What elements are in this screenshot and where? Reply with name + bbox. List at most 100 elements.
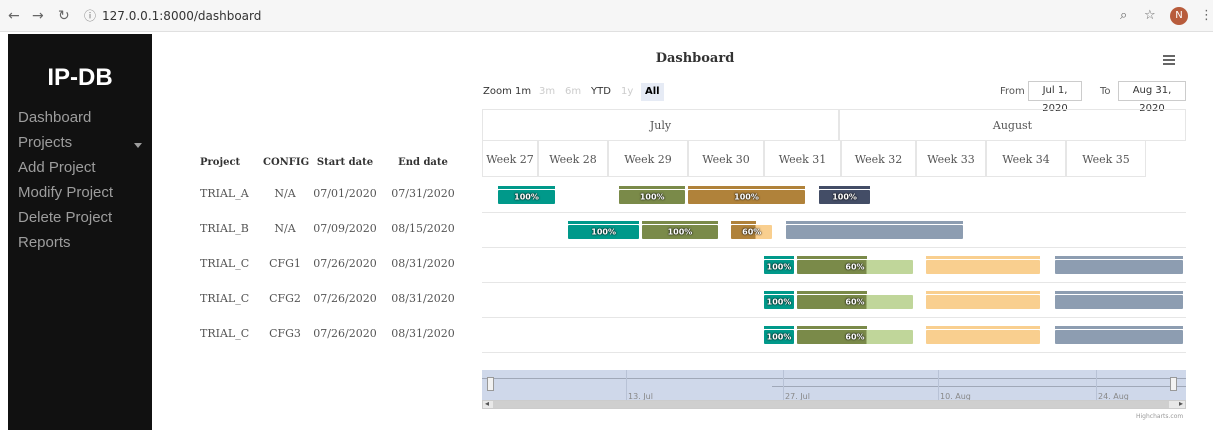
scrollbar-thumb[interactable]: [493, 401, 1169, 408]
cell-end-date: 08/31/2020: [391, 292, 455, 305]
kebab-menu-icon[interactable]: ⋮: [1200, 8, 1213, 23]
task-completion-label: 100%: [591, 227, 616, 237]
brand-logo[interactable]: IP-DB: [8, 64, 152, 92]
task-progress-track: [1054, 256, 1183, 259]
navigator-left-handle[interactable]: [487, 377, 494, 391]
zoom-ytd-button[interactable]: YTD: [587, 83, 615, 101]
navigator-gridline: [938, 370, 939, 400]
task-progress-track: [819, 186, 871, 189]
task-bar[interactable]: 100%: [619, 190, 685, 204]
sidebar-item-delete-project[interactable]: Delete Project: [18, 209, 112, 226]
task-bar[interactable]: [1054, 330, 1183, 344]
task-bar[interactable]: 100%: [642, 225, 718, 239]
zoom-label: Zoom: [483, 86, 512, 97]
hamburger-menu-icon[interactable]: [1163, 55, 1175, 65]
scroll-right-arrow-icon[interactable]: ▸: [1179, 399, 1183, 408]
reload-icon[interactable]: ↻: [58, 8, 70, 24]
to-label: To: [1100, 86, 1111, 97]
task-progress-track: [797, 326, 867, 329]
task-progress-track: [926, 256, 1041, 259]
column-header-end-date: End date: [398, 157, 448, 168]
address-bar[interactable]: ⓘ 127.0.0.1:8000/dashboard: [84, 5, 1184, 27]
task-bar[interactable]: 100%: [764, 260, 794, 274]
sidebar-item-add-project[interactable]: Add Project: [18, 159, 96, 176]
sidebar-item-projects[interactable]: Projects: [18, 134, 72, 151]
zoom-all-button[interactable]: All: [641, 83, 664, 101]
navigator-series-line: [482, 378, 1186, 379]
task-bar[interactable]: 100%: [498, 190, 555, 204]
task-bar[interactable]: 100%: [819, 190, 871, 204]
zoom-1m-button[interactable]: 1m: [511, 83, 535, 101]
sidebar-item-modify-project[interactable]: Modify Project: [18, 184, 113, 201]
task-bar[interactable]: [926, 260, 1041, 274]
task-completion-label: 60%: [845, 262, 865, 272]
caret-down-icon[interactable]: [134, 143, 142, 148]
task-bar[interactable]: [926, 295, 1041, 309]
scrollbar[interactable]: ◂ ▸: [482, 399, 1186, 409]
week-header: Week 31: [764, 140, 841, 177]
zoom-icon[interactable]: ⌕: [1120, 8, 1127, 23]
task-completion-label: 100%: [639, 192, 665, 202]
task-bar[interactable]: 100%: [688, 190, 805, 204]
cell-project: TRIAL_A: [200, 187, 249, 200]
column-header-config: CONFIG: [263, 157, 310, 168]
task-bar[interactable]: 100%: [568, 225, 640, 239]
zoom-3m-button[interactable]: 3m: [535, 83, 559, 101]
sidebar-item-dashboard[interactable]: Dashboard: [18, 109, 91, 126]
task-bar[interactable]: 100%: [764, 330, 794, 344]
zoom-6m-button[interactable]: 6m: [561, 83, 585, 101]
task-progress-track: [688, 186, 805, 189]
task-progress-track: [926, 291, 1041, 294]
week-header: Week 28: [538, 140, 608, 177]
task-bar[interactable]: [1054, 260, 1183, 274]
task-bar[interactable]: [1054, 295, 1183, 309]
task-bar[interactable]: 60%: [797, 260, 913, 274]
task-completion-label: 100%: [832, 192, 857, 202]
task-bar[interactable]: 100%: [764, 295, 794, 309]
task-bar[interactable]: 60%: [731, 225, 772, 239]
cell-config: N/A: [274, 222, 296, 235]
to-date-input[interactable]: Aug 31, 2020: [1118, 81, 1186, 114]
week-header: Week 29: [608, 140, 688, 177]
task-completion-label: 100%: [766, 332, 792, 342]
task-completion-label: 60%: [742, 227, 762, 237]
task-bar[interactable]: 60%: [797, 330, 913, 344]
cell-end-date: 08/31/2020: [391, 257, 455, 270]
cell-project: TRIAL_B: [200, 222, 249, 235]
avatar[interactable]: N: [1170, 7, 1188, 25]
task-bar[interactable]: [926, 330, 1041, 344]
row-divider: [482, 352, 1186, 353]
scroll-left-arrow-icon[interactable]: ◂: [485, 399, 489, 408]
task-progress-track: [764, 326, 794, 329]
star-icon[interactable]: ☆: [1144, 8, 1156, 23]
task-progress-track: [764, 291, 794, 294]
info-icon[interactable]: ⓘ: [84, 9, 96, 23]
forward-icon[interactable]: →: [32, 8, 44, 24]
back-icon[interactable]: ←: [8, 8, 20, 24]
url-text: 127.0.0.1:8000/dashboard: [102, 9, 262, 23]
cell-end-date: 08/15/2020: [391, 222, 455, 235]
navigator-right-handle[interactable]: [1170, 377, 1177, 391]
column-header-start-date: Start date: [316, 157, 374, 168]
zoom-1y-button[interactable]: 1y: [617, 83, 637, 101]
navigator-gridline: [626, 370, 627, 400]
task-completion-label: 100%: [766, 297, 792, 307]
cell-start-date: 07/01/2020: [313, 187, 377, 200]
task-progress-track: [731, 221, 756, 224]
cell-start-date: 07/09/2020: [313, 222, 377, 235]
task-completion-label: 100%: [514, 192, 539, 202]
month-header-august: August: [839, 109, 1186, 141]
sidebar-item-reports[interactable]: Reports: [18, 234, 71, 251]
from-date-input[interactable]: Jul 1, 2020: [1028, 81, 1082, 114]
cell-config: CFG3: [269, 327, 301, 340]
row-divider: [482, 317, 1186, 318]
chart-credits[interactable]: Highcharts.com: [1136, 413, 1183, 420]
from-label: From: [1000, 86, 1025, 97]
row-divider: [482, 247, 1186, 248]
task-bar[interactable]: [786, 225, 963, 239]
task-progress-track: [1054, 326, 1183, 329]
navigator[interactable]: [482, 370, 1186, 400]
task-bar[interactable]: 60%: [797, 295, 913, 309]
week-header: Week 32: [841, 140, 916, 177]
task-completion-label: 100%: [766, 262, 792, 272]
